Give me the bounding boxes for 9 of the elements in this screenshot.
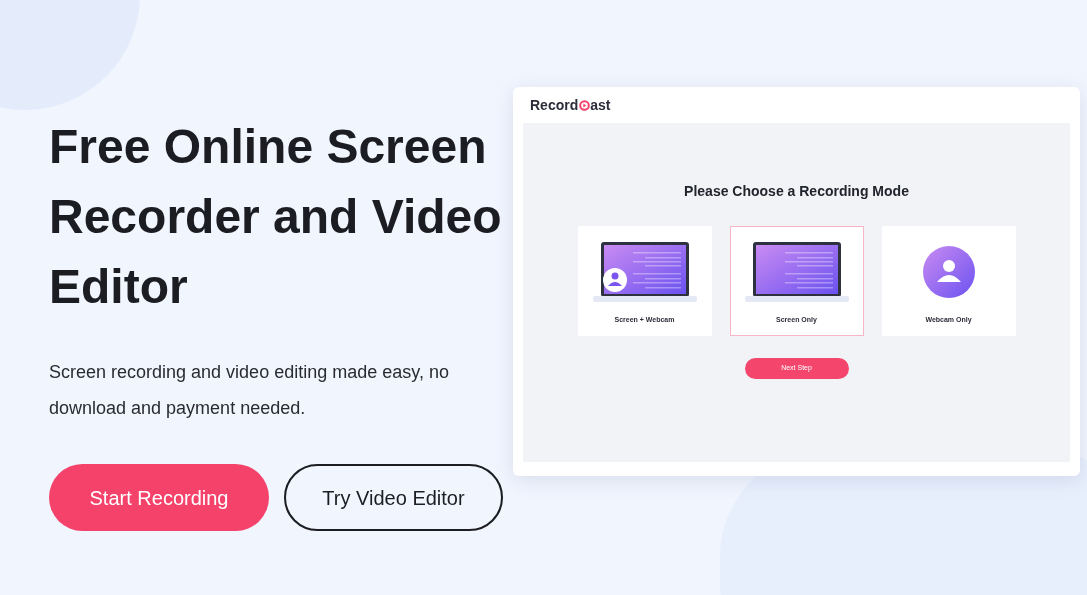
start-recording-button[interactable]: Start Recording (49, 464, 269, 531)
hero-title: Free Online Screen Recorder and Video Editor (49, 119, 503, 315)
hero-subtitle: Screen recording and video editing made easy, no download and payment needed. (49, 361, 450, 420)
logo-text: ast (590, 95, 611, 115)
user-avatar-icon (922, 246, 975, 298)
logo-text: Record (530, 95, 579, 115)
record-icon (578, 99, 590, 111)
video-editor-button[interactable]: Try Video Editor (284, 464, 503, 531)
mode-heading: Please Choose a Recording Mode (684, 182, 909, 201)
